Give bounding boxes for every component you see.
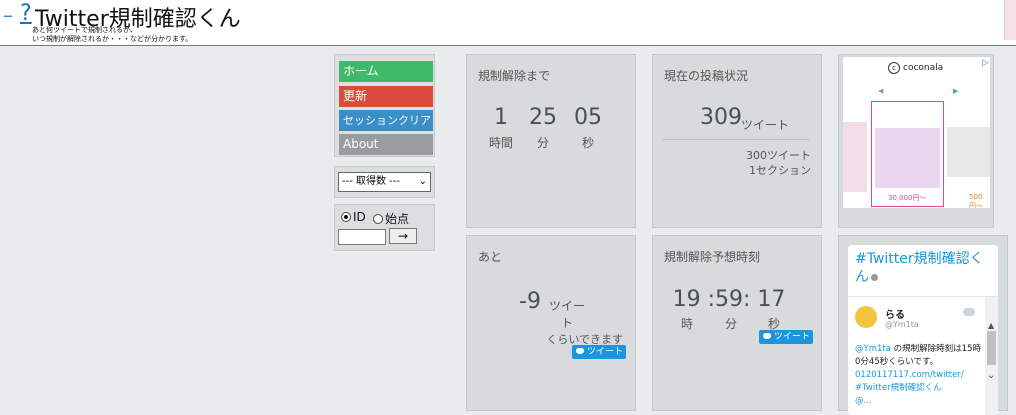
countdown-minutes: 25 xyxy=(529,105,557,130)
timeline-widget: #Twitter規制確認くん らる @Ym1ta @Ym1ta の規制解除時刻は… xyxy=(848,245,998,415)
tweet-button-label: ツイート xyxy=(774,332,811,342)
radio-id[interactable]: ID xyxy=(341,210,366,224)
ad-price-1: 30,000円〜 xyxy=(888,194,927,202)
menu-dash[interactable]: – xyxy=(3,3,13,27)
countdown-panel: 規制解除まで 1 25 05 時間 分 秒 xyxy=(466,54,636,228)
forecast-panel: 規制解除予想時刻 19 :59: 17 時 分 秒 ツイート xyxy=(652,235,822,411)
session-clear-button[interactable]: セッションクリア xyxy=(339,110,433,131)
tweet-button-forecast[interactable]: ツイート xyxy=(759,330,814,344)
tweet-hashtag[interactable]: #Twitter規制確認くん xyxy=(855,383,942,393)
countdown-title: 規制解除まで xyxy=(478,69,551,83)
about-button[interactable]: About xyxy=(339,134,433,155)
tweet-mention[interactable]: @Ym1ta xyxy=(855,344,891,354)
site-subtitle: あと何ツイートで規制されるか、 いつ規制が解除されるか・・・などが分かります。 xyxy=(32,26,192,44)
help-link[interactable]: ? xyxy=(20,1,32,26)
scroll-up-icon[interactable]: ▲ xyxy=(988,321,994,330)
tweet-more[interactable]: @... xyxy=(855,396,872,406)
countdown-hours: 1 xyxy=(494,105,508,130)
go-button[interactable]: → xyxy=(389,228,417,244)
remaining-title: あと xyxy=(478,250,503,264)
id-input[interactable] xyxy=(338,229,386,245)
fetch-count-select[interactable]: --- 取得数 --- ⌄ xyxy=(338,172,431,192)
ad-banner[interactable]: c coconala ▷ ◀ ▶ 30,000円〜 500円〜 xyxy=(843,57,990,208)
fetch-count-value: --- 取得数 --- xyxy=(342,176,401,187)
timeline-scrollbar[interactable]: ▲ ⌄ xyxy=(985,297,998,415)
avatar[interactable] xyxy=(855,306,877,328)
twitter-bird-icon xyxy=(763,333,771,339)
forecast-time: 19 :59: 17 xyxy=(672,287,786,312)
info-icon[interactable] xyxy=(871,273,878,281)
subtitle-line-2: いつ規制が解除されるか・・・などが分かります。 xyxy=(32,35,193,43)
forecast-title: 規制解除予想時刻 xyxy=(664,250,761,264)
ad-artwork xyxy=(875,128,940,188)
twitter-bird-icon[interactable] xyxy=(963,308,975,316)
timeline-panel: #Twitter規制確認くん らる @Ym1ta @Ym1ta の規制解除時刻は… xyxy=(838,235,1008,415)
nav-menu: ホーム 更新 セッションクリア About xyxy=(334,54,435,157)
header-thumbnail[interactable] xyxy=(1004,0,1016,40)
remaining-panel: あと -9 ツイート くらいできます ツイート xyxy=(466,235,636,411)
status-section: 1セクション xyxy=(749,164,811,177)
tweet-button-remaining[interactable]: ツイート xyxy=(572,345,627,359)
hours-unit: 時間 xyxy=(488,136,513,150)
ad-image-left[interactable] xyxy=(843,122,867,192)
status-limit: 300ツイート xyxy=(746,149,811,162)
ad-price-2: 500円〜 xyxy=(969,193,983,208)
minutes-unit: 分 xyxy=(536,136,549,150)
tweet-user-name[interactable]: らる xyxy=(885,306,905,321)
fetch-count-box: --- 取得数 --- ⌄ xyxy=(334,166,435,198)
twitter-bird-icon xyxy=(576,348,584,354)
tweet-button-label: ツイート xyxy=(587,347,624,357)
ad-brand-label: coconala xyxy=(903,63,944,73)
radio-checked-icon xyxy=(341,211,351,222)
ad-next-icon[interactable]: ▶ xyxy=(953,87,958,95)
site-header: – ? Twitter規制確認くん あと何ツイートで規制されるか、 いつ規制が解… xyxy=(0,0,1016,46)
countdown-seconds: 05 xyxy=(574,105,602,130)
tweet-link[interactable]: 0120117117.com/twitter/ xyxy=(855,370,964,380)
chevron-down-icon[interactable]: ⌄ xyxy=(987,370,995,381)
radio-start[interactable]: 始点 xyxy=(373,210,409,227)
chevron-down-icon: ⌄ xyxy=(418,176,427,187)
subtitle-line-1: あと何ツイートで規制されるか、 xyxy=(32,26,137,34)
home-button[interactable]: ホーム xyxy=(339,61,433,82)
status-title: 現在の投稿状況 xyxy=(664,69,749,83)
tweet-text: @Ym1ta の規制解除時刻は15時0分45秒くらいです。 0120117117… xyxy=(855,343,985,408)
remaining-value: -9 xyxy=(519,289,541,314)
ad-image-center[interactable]: 30,000円〜 xyxy=(871,101,944,207)
coconala-logo-icon: c xyxy=(888,62,900,74)
status-panel: 現在の投稿状況 309 ツイート 300ツイート 1セクション xyxy=(652,54,822,228)
tweet-user-handle[interactable]: @Ym1ta xyxy=(885,320,919,329)
ad-brand: c coconala xyxy=(888,62,943,74)
forecast-hour-unit: 時 xyxy=(680,317,693,331)
update-button[interactable]: 更新 xyxy=(339,86,433,107)
radio-id-label: ID xyxy=(353,210,366,224)
scroll-thumb[interactable] xyxy=(987,331,996,365)
status-count-unit: ツイート xyxy=(741,118,790,132)
status-count: 309 xyxy=(700,105,742,130)
timeline-title[interactable]: #Twitter規制確認くん xyxy=(855,250,985,286)
forecast-minute-unit: 分 xyxy=(724,317,737,331)
status-divider xyxy=(663,139,809,140)
ad-panel: c coconala ▷ ◀ ▶ 30,000円〜 500円〜 xyxy=(838,54,994,228)
radio-unchecked-icon xyxy=(373,213,383,224)
seconds-unit: 秒 xyxy=(581,136,594,150)
remaining-unit: ツイート xyxy=(548,299,585,330)
ad-prev-icon[interactable]: ◀ xyxy=(878,87,883,95)
id-form: ID 始点 → xyxy=(334,204,435,251)
radio-start-label: 始点 xyxy=(385,212,410,226)
timeline-divider xyxy=(848,296,998,297)
ad-image-right[interactable] xyxy=(947,127,990,177)
ad-choices-icon[interactable]: ▷ xyxy=(982,58,989,68)
